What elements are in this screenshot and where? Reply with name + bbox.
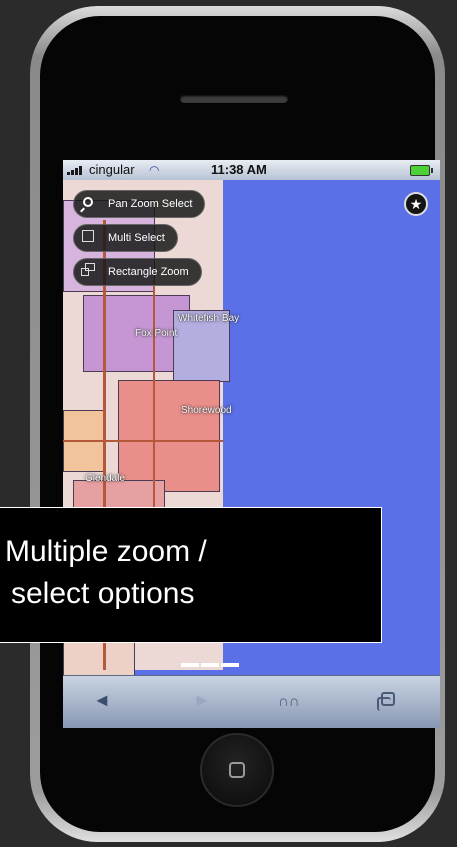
rectangle-zoom-label: Rectangle Zoom <box>108 266 189 278</box>
pan-zoom-select-button[interactable]: Pan Zoom Select <box>73 190 206 218</box>
map-label: Whitefish Bay <box>178 313 240 324</box>
road <box>63 440 223 442</box>
signal-icon <box>67 165 87 175</box>
pages-icon[interactable] <box>377 692 395 711</box>
multi-select-label: Multi Select <box>108 232 165 244</box>
carrier-name: cingular <box>89 162 135 177</box>
battery-icon <box>410 165 433 176</box>
back-arrow-icon[interactable]: ◄ <box>93 690 111 711</box>
pan-zoom-select-label: Pan Zoom Select <box>108 198 193 210</box>
wifi-icon: ◠ <box>149 163 160 177</box>
rectangle-zoom-button[interactable]: Rectangle Zoom <box>73 258 202 286</box>
map-label: Shorewood <box>181 405 232 416</box>
map-label: Glendale <box>85 473 126 484</box>
home-square-icon <box>229 762 245 778</box>
browser-toolbar: ◄ ► ∩∩ <box>63 675 440 728</box>
district-region[interactable] <box>118 380 220 492</box>
status-bar: cingular ◠ 11:38 AM <box>63 160 440 180</box>
rectangle-zoom-icon <box>81 263 95 276</box>
clock: 11:38 AM <box>211 162 267 177</box>
callout-line-2: select options <box>11 577 195 610</box>
callout-line-1: Multiple zoom / <box>5 535 207 568</box>
bookmarks-icon[interactable]: ∩∩ <box>278 693 300 710</box>
map-label: Fox Point <box>135 328 178 339</box>
forward-arrow-icon[interactable]: ► <box>193 690 211 711</box>
annotation-callout: Multiple zoom / select options <box>0 507 382 643</box>
home-button[interactable] <box>200 733 274 807</box>
multi-select-button[interactable]: Multi Select <box>73 224 178 252</box>
favorite-star-icon[interactable]: ★ <box>404 192 428 216</box>
magnifier-icon <box>83 197 93 207</box>
map-scale-bar <box>181 662 431 668</box>
square-icon <box>82 230 94 242</box>
earpiece-speaker <box>180 95 288 103</box>
